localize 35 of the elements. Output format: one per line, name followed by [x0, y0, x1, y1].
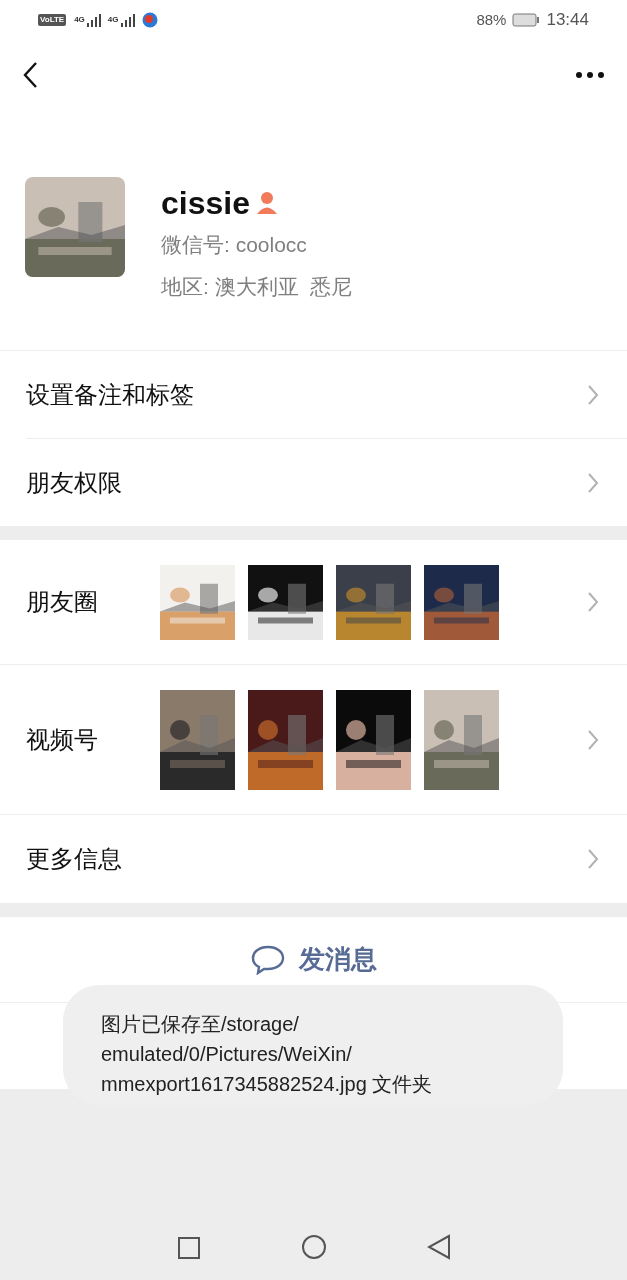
row-label: 朋友圈	[26, 587, 99, 617]
row-label: 视频号	[26, 724, 99, 755]
chevron-right-icon	[587, 471, 599, 494]
signal-icon	[119, 13, 136, 27]
chevron-right-icon	[587, 848, 599, 870]
settings-row[interactable]: 更多信息	[0, 815, 627, 903]
settings-row[interactable]: 设置备注和标签	[0, 351, 627, 438]
wechat-id: 微信号: coolocc	[161, 232, 308, 258]
region: 地区: 澳大利亚 悉尼	[161, 273, 353, 300]
media-row[interactable]: 朋友圈	[0, 540, 627, 665]
signal-label: 4G	[74, 14, 85, 26]
chevron-right-icon	[587, 383, 599, 406]
app-icon	[141, 12, 158, 28]
battery-icon	[512, 13, 541, 27]
toast-message: 图片已保存至/storage/ emulated/0/Pictures/WeiXin/ mmexport1617345882524.jpg 文件夹	[101, 1012, 434, 1097]
row-label: 设置备注和标签	[26, 379, 194, 410]
media-row[interactable]: 视频号	[0, 665, 627, 815]
chevron-right-icon	[587, 728, 599, 751]
person-icon	[255, 191, 278, 215]
chat-bubble-icon	[250, 944, 285, 975]
back-icon[interactable]	[22, 61, 38, 89]
home-icon[interactable]	[300, 1234, 327, 1260]
network-badge: VoLTE	[38, 14, 67, 26]
signal-label: 4G	[107, 14, 119, 26]
recent-apps-icon[interactable]	[176, 1236, 201, 1260]
settings-row[interactable]: 朋友权限	[0, 439, 627, 526]
row-label: 朋友权限	[26, 467, 122, 498]
row-label: 更多信息	[26, 844, 122, 874]
chevron-right-icon	[587, 591, 599, 613]
profile-name: cissie	[161, 184, 250, 223]
battery-percent: 88%	[476, 9, 507, 30]
more-icon[interactable]	[575, 71, 605, 79]
clock: 13:44	[546, 9, 589, 32]
signal-icon	[85, 13, 102, 27]
back-nav-icon[interactable]	[426, 1234, 451, 1260]
